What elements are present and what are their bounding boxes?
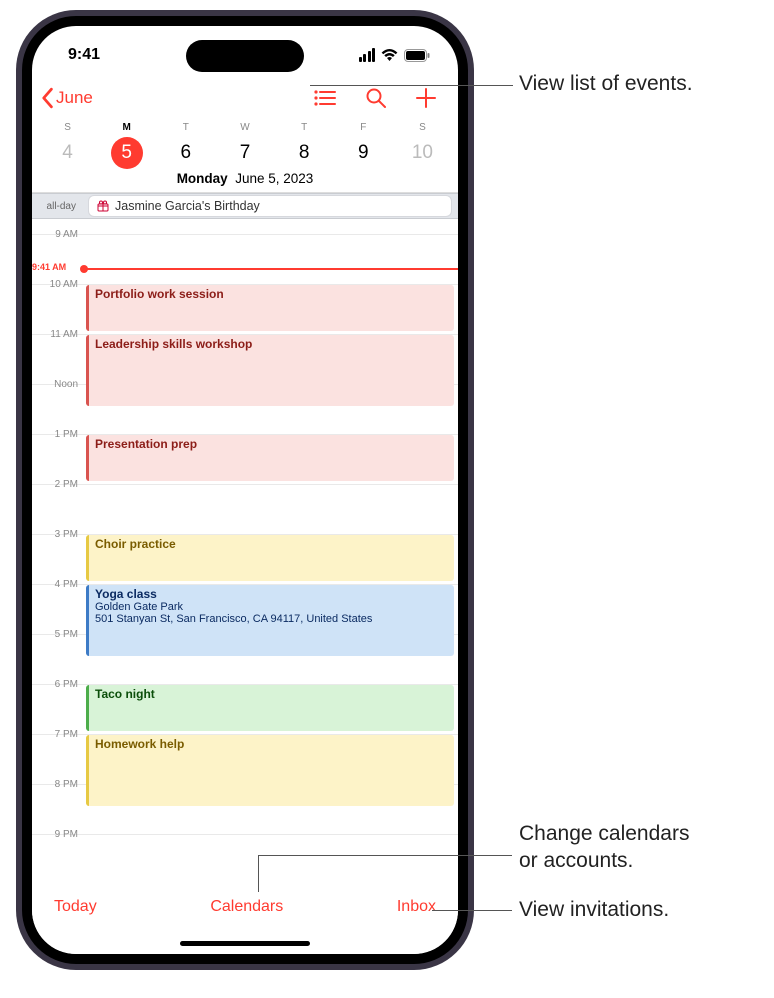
- callout-list-events: View list of events.: [519, 70, 693, 97]
- inbox-button[interactable]: Inbox: [397, 898, 436, 916]
- hour-label: 5 PM: [32, 629, 82, 640]
- hour-label: 1 PM: [32, 429, 82, 440]
- callout-change-calendars: Change calendarsor accounts.: [519, 820, 689, 875]
- week-dow: F: [334, 122, 393, 133]
- event[interactable]: Portfolio work session: [86, 285, 454, 331]
- event-title: Homework help: [95, 737, 448, 751]
- event-address: 501 Stanyan St, San Francisco, CA 94117,…: [95, 613, 448, 625]
- battery-icon: [404, 49, 430, 62]
- wifi-icon: [381, 49, 398, 62]
- allday-label: all-day: [32, 201, 80, 212]
- phone-inner-frame: 9:41 June: [22, 16, 468, 964]
- week-day-number: 5: [111, 137, 143, 169]
- date-dow: Monday: [177, 171, 228, 186]
- hour-label: 8 PM: [32, 779, 82, 790]
- add-event-button[interactable]: [416, 88, 436, 108]
- week-dow: M: [97, 122, 156, 133]
- week-day-number: 8: [288, 137, 320, 169]
- event-title: Presentation prep: [95, 437, 448, 451]
- date-label: Monday June 5, 2023: [32, 169, 458, 193]
- week-day-6[interactable]: T6: [156, 122, 215, 169]
- timeline[interactable]: 9 AM 10 AM 11 AM Noon 1 PM 2 PM 3 PM 4 PM 5 PM 6 …: [32, 219, 458, 869]
- callout-line-3: [432, 910, 512, 911]
- week-day-number: 6: [170, 137, 202, 169]
- header-actions: [314, 88, 444, 108]
- week-day-number: 10: [406, 137, 438, 169]
- week-dow: W: [215, 122, 274, 133]
- hour-line: 9 AM: [32, 234, 458, 235]
- event[interactable]: Leadership skills workshop: [86, 335, 454, 406]
- week-day-9[interactable]: F9: [334, 122, 393, 169]
- week-day-5[interactable]: M5: [97, 122, 156, 169]
- callout-line-1: [310, 85, 513, 86]
- week-dow: T: [156, 122, 215, 133]
- allday-row: all-day Jasmine Garcia's Birthday: [32, 193, 458, 219]
- callout-line-2v: [258, 855, 259, 892]
- week-day-4[interactable]: S4: [38, 122, 97, 169]
- search-button[interactable]: [366, 88, 386, 108]
- now-label: 9:41 AM: [32, 262, 66, 272]
- home-indicator[interactable]: [180, 941, 310, 946]
- week-row: S4M5T6W7T8F9S10: [32, 122, 458, 169]
- callout-view-invitations: View invitations.: [519, 896, 669, 923]
- hour-label: 9 AM: [32, 229, 82, 240]
- hour-label: 10 AM: [32, 279, 82, 290]
- hour-label: 9 PM: [32, 829, 82, 840]
- event[interactable]: Homework help: [86, 735, 454, 806]
- app-header: June: [32, 78, 458, 118]
- allday-event-title: Jasmine Garcia's Birthday: [115, 199, 260, 213]
- hour-label: 7 PM: [32, 729, 82, 740]
- hour-label: 11 AM: [32, 329, 82, 340]
- week-day-number: 4: [52, 137, 84, 169]
- week-dow: T: [275, 122, 334, 133]
- hour-line: 9 PM: [32, 834, 458, 835]
- list-icon: [314, 89, 336, 107]
- gift-icon: [97, 200, 109, 212]
- hour-line: 2 PM: [32, 484, 458, 485]
- week-day-number: 7: [229, 137, 261, 169]
- list-view-button[interactable]: [314, 89, 336, 107]
- now-line: [82, 268, 458, 270]
- hour-label: 6 PM: [32, 679, 82, 690]
- phone-frame: 9:41 June: [16, 10, 474, 970]
- week-day-7[interactable]: W7: [215, 122, 274, 169]
- event-title: Leadership skills workshop: [95, 337, 448, 351]
- status-time: 9:41: [68, 40, 100, 64]
- hour-label: 3 PM: [32, 529, 82, 540]
- cellular-icon: [359, 48, 376, 62]
- hour-label: 4 PM: [32, 579, 82, 590]
- week-day-number: 9: [347, 137, 379, 169]
- dynamic-island: [186, 40, 304, 72]
- week-dow: S: [393, 122, 452, 133]
- today-button[interactable]: Today: [54, 898, 97, 916]
- event-title: Taco night: [95, 687, 448, 701]
- back-label: June: [56, 88, 93, 108]
- status-icons: [359, 42, 431, 62]
- bottom-toolbar: Today Calendars Inbox: [32, 890, 458, 954]
- search-icon: [366, 88, 386, 108]
- callout-line-2: [258, 855, 512, 856]
- chevron-left-icon: [38, 87, 56, 109]
- screen: 9:41 June: [32, 26, 458, 954]
- date-rest: June 5, 2023: [235, 171, 313, 186]
- plus-icon: [416, 88, 436, 108]
- event-title: Portfolio work session: [95, 287, 448, 301]
- event-title: Yoga class: [95, 587, 448, 601]
- allday-event[interactable]: Jasmine Garcia's Birthday: [88, 195, 452, 217]
- week-dow: S: [38, 122, 97, 133]
- week-day-8[interactable]: T8: [275, 122, 334, 169]
- event[interactable]: Choir practice: [86, 535, 454, 581]
- event[interactable]: Taco night: [86, 685, 454, 731]
- hour-label: Noon: [32, 379, 82, 390]
- event[interactable]: Yoga classGolden Gate Park501 Stanyan St…: [86, 585, 454, 656]
- back-button[interactable]: June: [38, 87, 93, 109]
- event-location: Golden Gate Park: [95, 601, 448, 613]
- calendars-button[interactable]: Calendars: [210, 898, 283, 916]
- hour-label: 2 PM: [32, 479, 82, 490]
- week-day-10[interactable]: S 10: [393, 122, 452, 169]
- event[interactable]: Presentation prep: [86, 435, 454, 481]
- event-title: Choir practice: [95, 537, 448, 551]
